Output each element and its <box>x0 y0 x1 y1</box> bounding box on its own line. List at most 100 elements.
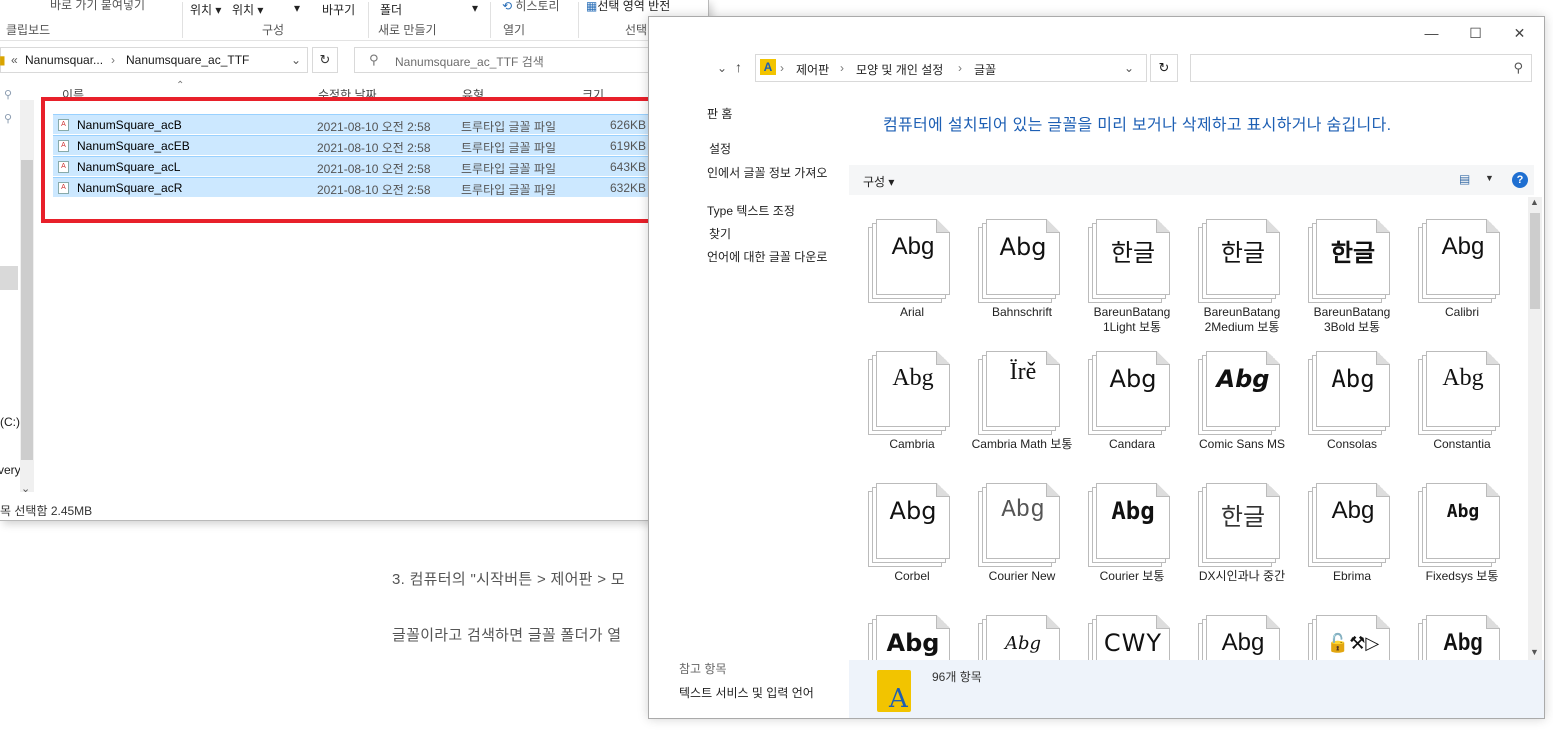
font-sample: 한글 <box>1110 239 1156 267</box>
scroll-down-icon[interactable]: ⌄ <box>21 482 30 495</box>
font-sample: Abg <box>999 233 1047 261</box>
font-sample: CWY <box>1103 629 1163 657</box>
maximize-button[interactable]: ☐ <box>1453 23 1498 43</box>
nav-item-drive[interactable]: (C:) <box>0 415 20 429</box>
font-tile[interactable]: Abg Consolas <box>1297 339 1407 471</box>
font-sample: Abg <box>1441 233 1485 260</box>
refresh-icon: ↻ <box>319 52 331 67</box>
clipboard-group-label: 클립보드 <box>6 23 51 37</box>
font-sample: Abg <box>1221 629 1265 656</box>
font-sample: 🔓⚒▷ <box>1326 633 1380 654</box>
fonts-folder-icon: A <box>877 670 911 714</box>
recent-locations-chevron-icon[interactable]: ⌄ <box>717 61 727 75</box>
cleartype-link[interactable]: Type 텍스트 조정 <box>707 202 795 219</box>
paste-shortcut-button[interactable]: 바로 가기 붙여넣기 <box>50 0 145 13</box>
breadcrumb-item[interactable]: Nanumsquare_ac_TTF <box>126 53 249 67</box>
get-font-info-link[interactable]: 인에서 글꼴 정보 가져오 <box>707 164 827 181</box>
rename-button[interactable]: 바꾸기 <box>322 1 355 18</box>
font-tile[interactable]: CWY <box>1077 603 1187 660</box>
close-button[interactable]: ✕ <box>1497 23 1542 43</box>
up-arrow-icon[interactable]: ↑ <box>735 59 742 75</box>
font-name: BareunBatang 2Medium 보통 <box>1203 305 1281 334</box>
invert-selection-button[interactable]: ▦선택 영역 반전 <box>586 0 670 14</box>
pin-icon[interactable]: ⚲ <box>4 88 12 101</box>
search-input[interactable]: ⚲ <box>1190 54 1532 82</box>
refresh-button[interactable]: ↻ <box>312 47 338 73</box>
chevron-down-icon[interactable]: ⌄ <box>291 53 301 67</box>
font-tile[interactable]: 한글 DX시인과나 중간 <box>1187 471 1297 603</box>
font-tile[interactable]: Abg Constantia <box>1407 339 1517 471</box>
chevron-down-icon[interactable]: ⌄ <box>1124 61 1134 75</box>
nav-scrollbar-thumb[interactable] <box>21 160 33 460</box>
history-button[interactable]: ⟲ 히스토리 <box>502 0 560 14</box>
refresh-icon: ↻ <box>1158 60 1170 75</box>
open-group-label: 열기 <box>503 23 526 37</box>
copy-to-button[interactable]: 위치 ▾ <box>232 1 263 18</box>
breadcrumb-separator[interactable]: › <box>840 61 844 75</box>
organize-menu-button[interactable]: 구성 ▾ <box>863 173 894 190</box>
fonts-grid: Abg Arial Abg Bahnschrift 한글 BareunBatan… <box>849 197 1527 660</box>
highlight-box <box>41 97 671 223</box>
breadcrumb-separator[interactable]: › <box>958 61 962 75</box>
address-bar[interactable]: ▮ « Nanumsquar... › Nanumsquare_ac_TTF ⌄ <box>0 47 308 73</box>
font-tile[interactable]: Abg Courier New <box>967 471 1077 603</box>
font-tile[interactable]: Abg Cambria <box>857 339 967 471</box>
font-settings-link[interactable]: 설정 <box>709 140 731 157</box>
delete-dropdown[interactable]: ▾ <box>294 1 300 15</box>
breadcrumb-control-panel[interactable]: 제어판 <box>796 61 829 78</box>
font-name: BareunBatang 3Bold 보통 <box>1313 305 1391 334</box>
breadcrumb-appearance[interactable]: 모양 및 개인 설정 <box>856 61 943 78</box>
search-input[interactable]: ⚲ Nanumsquare_ac_TTF 검색 <box>354 47 694 73</box>
move-to-button[interactable]: 위치 ▾ <box>190 1 221 18</box>
font-tile[interactable]: Abg Fixedsys 보통 <box>1407 471 1517 603</box>
font-tile[interactable]: Abg <box>1407 603 1517 660</box>
pin-icon[interactable]: ⚲ <box>4 112 12 125</box>
control-panel-home-link[interactable]: 판 홈 <box>707 105 732 122</box>
breadcrumb-item[interactable]: Nanumsquar... <box>25 53 103 67</box>
font-sample: Abg <box>1216 365 1270 393</box>
font-name: Cambria <box>889 437 935 451</box>
font-tile[interactable]: Abg Ebrima <box>1297 471 1407 603</box>
refresh-button[interactable]: ↻ <box>1150 54 1178 82</box>
font-tile[interactable]: Abg <box>1187 603 1297 660</box>
fonts-scrollbar-thumb[interactable] <box>1530 213 1540 309</box>
font-tile[interactable]: 한글 BareunBatang 3Bold 보통 <box>1297 207 1407 339</box>
address-bar[interactable]: A › 제어판 › 모양 및 개인 설정 › 글꼴 ⌄ <box>755 54 1147 82</box>
new-item-dropdown[interactable]: ▾ <box>472 1 478 15</box>
scroll-up-icon[interactable]: ▲ <box>1530 197 1539 207</box>
font-tile[interactable]: Abg <box>967 603 1077 660</box>
fonts-scrollbar[interactable]: ▲ ▼ <box>1528 197 1542 660</box>
font-tile[interactable]: Abg Bahnschrift <box>967 207 1077 339</box>
new-folder-button[interactable]: 폴더 <box>380 1 402 18</box>
font-tile[interactable]: 🔓⚒▷ <box>1297 603 1407 660</box>
font-tile[interactable]: Abg <box>857 603 967 660</box>
overflow-chevron[interactable]: « <box>11 53 18 67</box>
nav-item-recovery[interactable]: very <box>0 463 21 477</box>
text-services-link[interactable]: 텍스트 서비스 및 입력 언어 <box>679 684 814 701</box>
breadcrumb-fonts[interactable]: 글꼴 <box>974 61 996 78</box>
font-tile[interactable]: 한글 BareunBatang 1Light 보통 <box>1077 207 1187 339</box>
font-tile[interactable]: Abg Comic Sans MS <box>1187 339 1297 471</box>
font-tile[interactable]: Ïrě Cambria Math 보통 <box>967 339 1077 471</box>
download-fonts-link[interactable]: 언어에 대한 글꼴 다운로 <box>707 248 827 265</box>
scroll-down-icon[interactable]: ▼ <box>1530 647 1539 657</box>
view-options-icon[interactable]: ▤ <box>1459 172 1470 186</box>
font-name: DX시인과나 중간 <box>1198 569 1286 583</box>
font-name: Courier 보통 <box>1099 569 1165 583</box>
breadcrumb-separator[interactable]: › <box>780 61 784 75</box>
font-tile[interactable]: Abg Calibri <box>1407 207 1517 339</box>
view-options-caret-icon[interactable]: ▼ <box>1485 173 1494 183</box>
font-name: Bahnschrift <box>991 305 1053 319</box>
close-icon: ✕ <box>1513 25 1526 41</box>
font-name: Corbel <box>894 569 930 583</box>
font-tile[interactable]: Abg Candara <box>1077 339 1187 471</box>
font-tile[interactable]: 한글 BareunBatang 2Medium 보통 <box>1187 207 1297 339</box>
find-character-link[interactable]: 찾기 <box>709 225 731 242</box>
help-icon[interactable]: ? <box>1512 172 1528 188</box>
font-tile[interactable]: Abg Courier 보통 <box>1077 471 1187 603</box>
minimize-button[interactable]: — <box>1409 23 1454 43</box>
breadcrumb-separator[interactable]: › <box>111 53 115 67</box>
font-tile[interactable]: Abg Arial <box>857 207 967 339</box>
nav-selected-item[interactable] <box>0 266 18 290</box>
font-tile[interactable]: Abg Corbel <box>857 471 967 603</box>
